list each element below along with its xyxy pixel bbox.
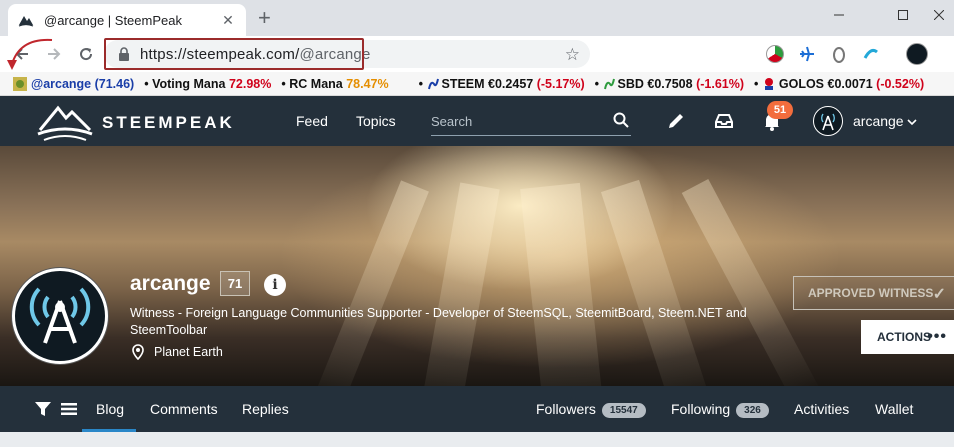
page-content-edge (0, 432, 954, 447)
tab-close-icon[interactable]: ✕ (220, 12, 236, 29)
ticker-rc-value: 78.47% (346, 76, 389, 91)
ticker-bullet: • (281, 76, 286, 91)
actions-button-label: ACTIONS (877, 330, 931, 344)
ticker-voting-value: 72.98% (228, 76, 272, 91)
steempeak-logo-icon[interactable] (36, 100, 94, 142)
approved-witness-button[interactable]: APPROVED WITNESS ✓ (793, 276, 954, 310)
steempeak-favicon-icon (18, 16, 34, 27)
ticker-sbd: SBD €0.7508 (617, 76, 693, 91)
search-box (431, 108, 631, 136)
minimize-window-icon[interactable] (816, 0, 862, 30)
witness-button-label: APPROVED WITNESS (808, 286, 934, 300)
actions-button[interactable]: ACTIONS ••• (861, 320, 954, 354)
profile-tabs: Blog Comments Replies Followers 15547 Fol… (0, 386, 954, 432)
profile-avatar-icon[interactable] (906, 43, 928, 65)
extension-plane-icon[interactable] (798, 45, 816, 63)
tab-activities[interactable]: Activities (794, 401, 849, 417)
golos-logo-icon (764, 77, 773, 90)
steempeak-header: STEEMPEAK Feed Topics arcange (0, 96, 954, 146)
tab-following[interactable]: Following 326 (671, 401, 769, 418)
steem-logo-icon (427, 78, 439, 89)
tab-replies[interactable]: Replies (242, 401, 289, 417)
nav-feed[interactable]: Feed (296, 113, 328, 129)
reload-button[interactable] (74, 42, 98, 66)
header-username-label: arcange (853, 113, 904, 129)
location-text: Planet Earth (154, 345, 223, 359)
pencil-icon[interactable] (666, 111, 686, 131)
logo-text: STEEMPEAK (102, 113, 235, 132)
bookmark-star-icon[interactable]: ☆ (565, 45, 580, 65)
followers-count: 15547 (601, 403, 646, 418)
list-view-icon[interactable] (61, 403, 77, 415)
tab-title: @arcange | SteemPeak (44, 12, 182, 28)
inbox-icon[interactable] (714, 111, 734, 131)
extension-drop-icon[interactable] (830, 45, 848, 63)
sbd-logo-icon (603, 78, 615, 89)
following-label: Following (671, 401, 731, 417)
annotation-arrow-icon (7, 38, 53, 70)
new-tab-button[interactable]: + (258, 6, 271, 30)
ticker-steem-change: (-5.17%) (536, 76, 585, 91)
profile-location: Planet Earth (131, 344, 223, 360)
header-username[interactable]: arcange (853, 113, 918, 129)
checkmark-icon: ✓ (932, 286, 946, 303)
close-window-icon[interactable] (924, 0, 954, 30)
maximize-window-icon[interactable] (880, 0, 926, 30)
more-dots-icon: ••• (927, 328, 947, 345)
tab-wallet[interactable]: Wallet (875, 401, 913, 417)
info-icon[interactable]: i (264, 274, 286, 296)
ticker-golos-change: (-0.52%) (876, 76, 925, 91)
ticker-golos: GOLOS €0.0071 (778, 76, 873, 91)
search-icon[interactable] (613, 112, 629, 128)
antenna-avatar-icon (821, 113, 835, 131)
extension-steem-icon[interactable] (862, 45, 880, 63)
url-highlight-frame (104, 38, 364, 70)
ticker-account[interactable]: @arcange (71.46) (12, 76, 134, 92)
extension-flag-icon[interactable] (766, 45, 784, 63)
ticker-sbd-change: (-1.61%) (696, 76, 744, 91)
ticker-bullet: • (754, 76, 759, 91)
user-avatar[interactable] (813, 106, 843, 136)
ticker-bullet: • (418, 76, 424, 91)
ticker-bullet: • (144, 76, 149, 91)
following-count: 326 (736, 403, 769, 418)
tab-comments[interactable]: Comments (150, 401, 218, 417)
map-pin-icon (132, 344, 144, 360)
followers-label: Followers (536, 401, 596, 417)
nav-topics[interactable]: Topics (356, 113, 396, 129)
profile-description: Witness - Foreign Language Communities S… (130, 306, 747, 337)
profile-avatar (12, 268, 108, 364)
ticker-account-label: @arcange (71.46) (31, 76, 135, 91)
profile-name: arcange (130, 272, 211, 295)
ticker-voting-label: Voting Mana (152, 76, 226, 91)
tab-blog[interactable]: Blog (96, 401, 124, 417)
reload-icon (80, 48, 93, 61)
price-ticker: @arcange (71.46) • Voting Mana 72.98% • … (0, 72, 954, 96)
tab-followers[interactable]: Followers 15547 (536, 401, 646, 418)
chevron-down-icon (907, 119, 918, 126)
browser-tab-steempeak[interactable]: @arcange | SteemPeak ✕ (8, 4, 246, 36)
ticker-rc-label: RC Mana (289, 76, 343, 91)
steemitboard-icon (13, 76, 27, 91)
ticker-bullet: • (594, 76, 600, 91)
antenna-avatar-icon (29, 287, 91, 344)
browser-tabstrip: @arcange | SteemPeak ✕ + (0, 0, 954, 36)
search-input[interactable] (431, 108, 601, 134)
ticker-steem: STEEM €0.2457 (441, 76, 534, 91)
filter-icon[interactable] (35, 402, 51, 416)
notifications-badge: 51 (767, 101, 793, 119)
reputation-badge: 71 (220, 271, 250, 296)
